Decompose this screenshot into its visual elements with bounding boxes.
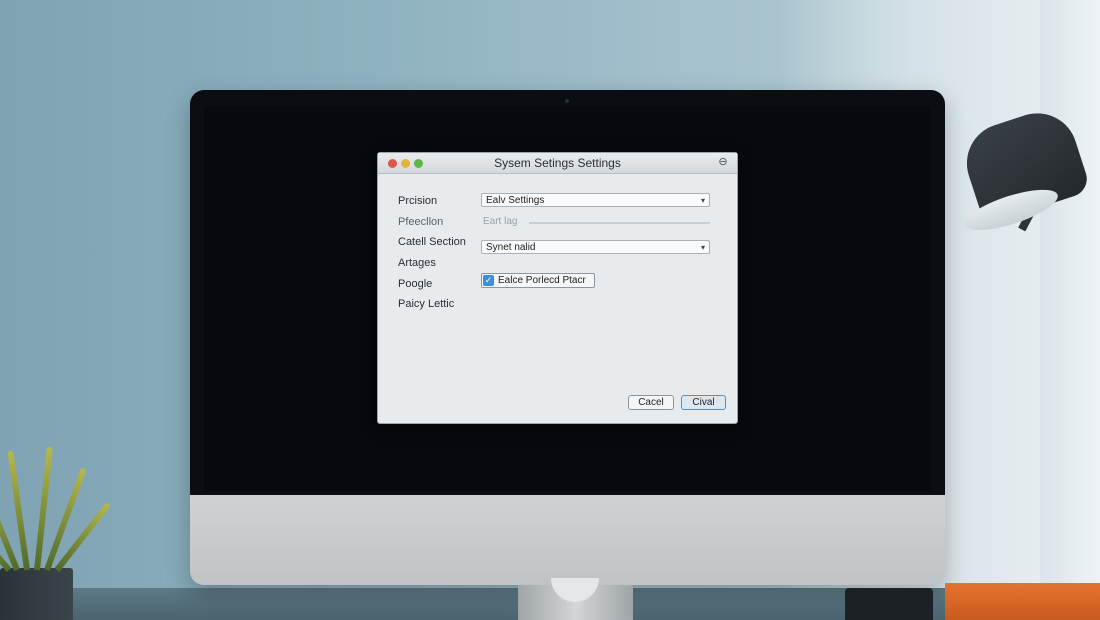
dialog-titlebar: Sysem Setings Settings ⊖ [378,153,737,174]
chevron-down-icon: ▾ [700,196,705,205]
chevron-down-icon: ▾ [700,243,705,252]
row-label-advantages: Artages [398,257,436,269]
section-select-value: Synet nalid [486,242,536,253]
monitor-chin [190,495,945,585]
section-select[interactable]: Synet nalid ▾ [481,240,710,254]
orange-box [945,583,1100,620]
cancel-button[interactable]: Cacel [628,395,674,410]
slider-track[interactable] [529,222,710,224]
dialog-title: Sysem Setings Settings [494,156,621,170]
row-label-section: Catell Section [398,236,466,248]
checkbox-label: Ealce Porlecd Ptacr [498,275,586,286]
checkbox-checked-icon[interactable]: ✓ [483,275,494,286]
row-label-toggle: Poogle [398,278,433,290]
precision-select-value: Ealv Settings [486,195,545,206]
camera-icon [565,99,569,103]
window-light [1040,0,1100,620]
row-label-policy: Paicy Lettic [398,298,455,310]
ok-button[interactable]: Cival [681,395,726,410]
row-label-protection: Pfeecllon [398,216,444,228]
desk-cup [845,588,933,620]
help-icon[interactable]: ⊖ [717,156,729,168]
precision-select[interactable]: Ealv Settings ▾ [481,193,710,207]
protection-slider[interactable]: Eart lag [481,216,710,228]
plant-leaf [54,501,112,572]
plant-pot [0,568,73,620]
protection-slider-placeholder: Eart lag [483,216,518,227]
row-label-precision: Prcision [398,195,438,207]
feature-checkbox-group[interactable]: ✓ Ealce Porlecd Ptacr [481,273,595,288]
